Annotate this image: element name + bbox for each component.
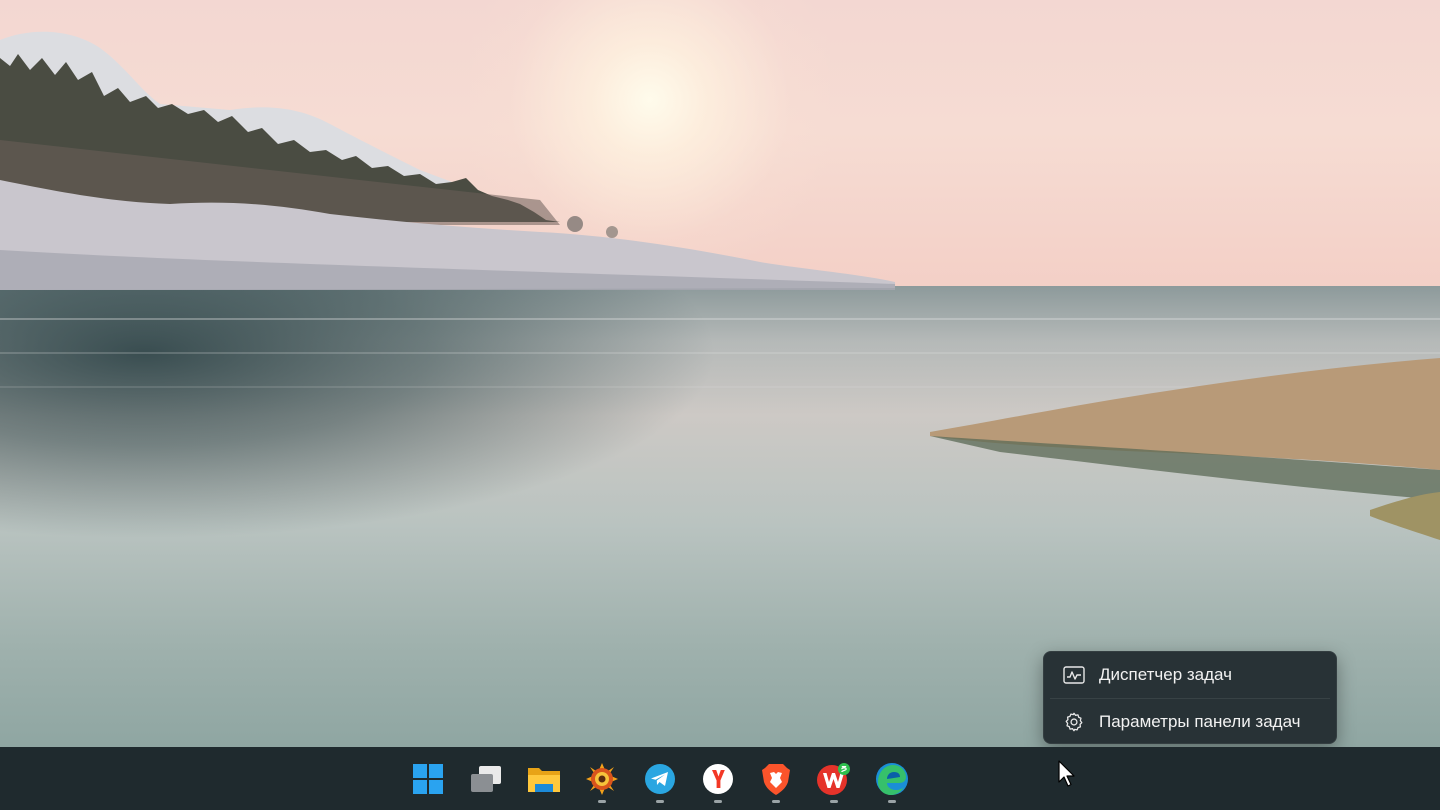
- menu-item-label: Диспетчер задач: [1099, 665, 1232, 684]
- yandex-browser-icon: [703, 763, 733, 794]
- telegram-button[interactable]: [634, 747, 686, 810]
- running-indicator: [656, 800, 664, 803]
- brave-browser-icon: [762, 763, 790, 795]
- brave-browser-button[interactable]: [750, 747, 802, 810]
- xnview-button[interactable]: [576, 747, 628, 810]
- task-manager-icon: [1063, 664, 1085, 686]
- menu-item-label: Параметры панели задач: [1099, 712, 1301, 731]
- running-indicator: [714, 800, 722, 803]
- wallpaper-landscape: [0, 31, 1440, 540]
- file-explorer-button[interactable]: [518, 747, 570, 810]
- yandex-browser-button[interactable]: [692, 747, 744, 810]
- gear-icon: [1063, 711, 1085, 733]
- running-indicator: [598, 800, 606, 803]
- mouse-cursor-icon: [1058, 760, 1075, 787]
- wps-office-icon: [817, 762, 850, 795]
- start-button[interactable]: [402, 747, 454, 810]
- running-indicator: [830, 800, 838, 803]
- telegram-icon: [645, 763, 675, 794]
- running-indicator: [772, 800, 780, 803]
- task-view-icon: [471, 765, 501, 792]
- windows-start-icon: [413, 763, 443, 794]
- desktop-wallpaper: [0, 0, 1440, 747]
- edge-browser-icon: [876, 762, 908, 795]
- file-explorer-icon: [528, 767, 560, 792]
- xnview-icon: [586, 762, 618, 795]
- edge-browser-button[interactable]: [866, 747, 918, 810]
- task-view-button[interactable]: [460, 747, 512, 810]
- menu-item-taskbar-settings[interactable]: Параметры панели задач: [1044, 699, 1338, 745]
- taskbar: [0, 747, 1440, 810]
- menu-item-task-manager[interactable]: Диспетчер задач: [1044, 652, 1338, 698]
- running-indicator: [888, 800, 896, 803]
- taskbar-context-menu: Диспетчер задач Параметры панели задач: [1043, 651, 1337, 744]
- wps-office-button[interactable]: [808, 747, 860, 810]
